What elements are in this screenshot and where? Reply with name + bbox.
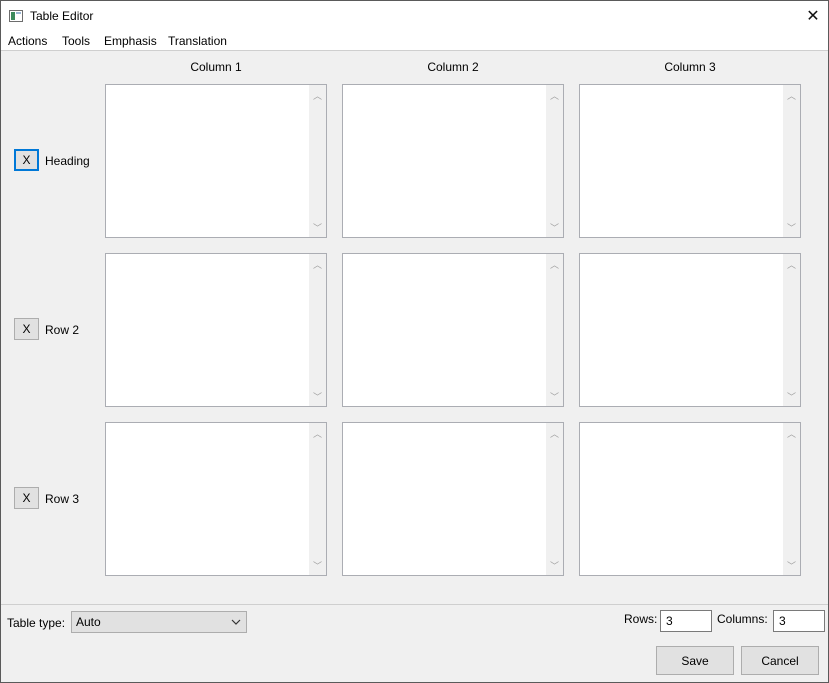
- scroll-up-arrow-icon[interactable]: ︿: [783, 426, 800, 440]
- menu-emphasis[interactable]: Emphasis: [104, 34, 157, 48]
- table-app-icon: [9, 10, 23, 22]
- cell-r1-c3: ︿ ﹀: [579, 84, 801, 238]
- cell-r1-c2: ︿ ﹀: [342, 84, 564, 238]
- cell-text-r2-c2[interactable]: [343, 254, 546, 406]
- scroll-up-arrow-icon[interactable]: ︿: [309, 257, 326, 271]
- table-editor-window: Table Editor ✕ Actions Tools Emphasis Tr…: [0, 0, 829, 683]
- chevron-down-icon: [231, 619, 241, 625]
- scroll-up-arrow-icon[interactable]: ︿: [546, 257, 563, 271]
- cell-text-r2-c3[interactable]: [580, 254, 783, 406]
- row-label-row-3: Row 3: [45, 492, 80, 506]
- footer-divider: [1, 604, 828, 605]
- cell-text-r3-c2[interactable]: [343, 423, 546, 575]
- menu-actions[interactable]: Actions: [8, 34, 47, 48]
- cell-text-r3-c3[interactable]: [580, 423, 783, 575]
- window-title: Table Editor: [30, 9, 94, 23]
- vertical-scrollbar[interactable]: ︿ ﹀: [309, 423, 326, 575]
- cell-r3-c1: ︿ ﹀: [105, 422, 327, 576]
- menu-bar: Actions Tools Emphasis Translation: [1, 31, 828, 51]
- cancel-button[interactable]: Cancel: [741, 646, 819, 675]
- delete-row-2-button[interactable]: X: [14, 318, 39, 340]
- scroll-up-arrow-icon[interactable]: ︿: [783, 88, 800, 102]
- rows-label: Rows:: [624, 612, 658, 626]
- table-type-select[interactable]: Auto: [71, 611, 247, 633]
- vertical-scrollbar[interactable]: ︿ ﹀: [546, 85, 563, 237]
- vertical-scrollbar[interactable]: ︿ ﹀: [309, 254, 326, 406]
- vertical-scrollbar[interactable]: ︿ ﹀: [309, 85, 326, 237]
- column-header-1: Column 1: [190, 60, 242, 74]
- cell-r2-c2: ︿ ﹀: [342, 253, 564, 407]
- cell-r1-c1: ︿ ﹀: [105, 84, 327, 238]
- vertical-scrollbar[interactable]: ︿ ﹀: [783, 254, 800, 406]
- column-header-2: Column 2: [427, 60, 479, 74]
- scroll-down-arrow-icon[interactable]: ﹀: [783, 389, 800, 403]
- columns-label: Columns:: [717, 612, 768, 626]
- scroll-down-arrow-icon[interactable]: ﹀: [783, 220, 800, 234]
- close-icon[interactable]: ✕: [798, 1, 828, 31]
- vertical-scrollbar[interactable]: ︿ ﹀: [783, 85, 800, 237]
- cell-r2-c3: ︿ ﹀: [579, 253, 801, 407]
- scroll-up-arrow-icon[interactable]: ︿: [309, 88, 326, 102]
- scroll-down-arrow-icon[interactable]: ﹀: [309, 389, 326, 403]
- menu-translation[interactable]: Translation: [168, 34, 227, 48]
- vertical-scrollbar[interactable]: ︿ ﹀: [546, 423, 563, 575]
- cell-r2-c1: ︿ ﹀: [105, 253, 327, 407]
- menu-tools[interactable]: Tools: [62, 34, 90, 48]
- save-button[interactable]: Save: [656, 646, 734, 675]
- vertical-scrollbar[interactable]: ︿ ﹀: [783, 423, 800, 575]
- scroll-down-arrow-icon[interactable]: ﹀: [546, 389, 563, 403]
- cell-text-r1-c3[interactable]: [580, 85, 783, 237]
- cell-r3-c2: ︿ ﹀: [342, 422, 564, 576]
- delete-row-3-button[interactable]: X: [14, 487, 39, 509]
- cell-text-r2-c1[interactable]: [106, 254, 309, 406]
- cell-text-r3-c1[interactable]: [106, 423, 309, 575]
- cell-text-r1-c1[interactable]: [106, 85, 309, 237]
- scroll-up-arrow-icon[interactable]: ︿: [309, 426, 326, 440]
- columns-input[interactable]: [773, 610, 825, 632]
- scroll-down-arrow-icon[interactable]: ﹀: [783, 558, 800, 572]
- scroll-down-arrow-icon[interactable]: ﹀: [546, 220, 563, 234]
- scroll-down-arrow-icon[interactable]: ﹀: [309, 558, 326, 572]
- scroll-down-arrow-icon[interactable]: ﹀: [546, 558, 563, 572]
- cell-text-r1-c2[interactable]: [343, 85, 546, 237]
- vertical-scrollbar[interactable]: ︿ ﹀: [546, 254, 563, 406]
- cell-r3-c3: ︿ ﹀: [579, 422, 801, 576]
- scroll-up-arrow-icon[interactable]: ︿: [546, 426, 563, 440]
- rows-input[interactable]: [660, 610, 712, 632]
- table-type-label: Table type:: [7, 616, 66, 630]
- title-bar: Table Editor ✕: [1, 1, 828, 31]
- scroll-down-arrow-icon[interactable]: ﹀: [309, 220, 326, 234]
- row-label-heading: Heading: [45, 154, 90, 168]
- row-label-row-2: Row 2: [45, 323, 80, 337]
- scroll-up-arrow-icon[interactable]: ︿: [783, 257, 800, 271]
- scroll-up-arrow-icon[interactable]: ︿: [546, 88, 563, 102]
- delete-row-heading-button[interactable]: X: [14, 149, 39, 171]
- table-type-value: Auto: [76, 615, 101, 629]
- column-header-3: Column 3: [664, 60, 716, 74]
